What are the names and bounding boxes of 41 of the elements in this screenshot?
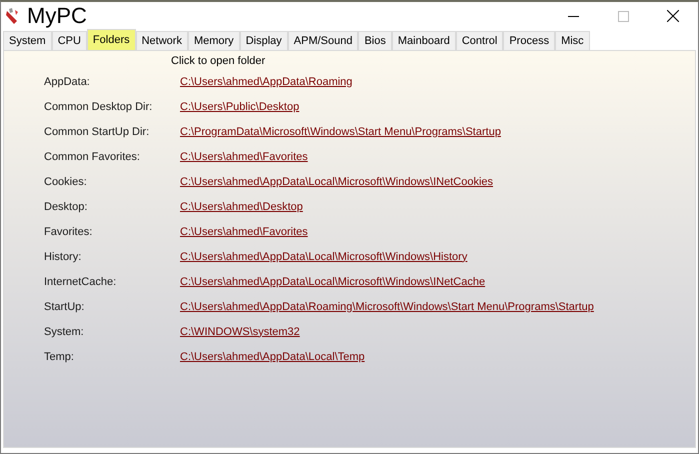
folder-label: StartUp: [44, 300, 84, 312]
folder-link[interactable]: C:\Users\ahmed\AppData\Local\Microsoft\Windows\History [180, 250, 468, 262]
folder-link[interactable]: C:\Users\ahmed\Favorites [180, 226, 308, 238]
app-icon [5, 7, 21, 25]
tab[interactable]: Bios [358, 31, 392, 50]
maximize-icon [618, 10, 628, 22]
folder-link[interactable]: C:\Users\ahmed\AppData\Roaming\Microsoft\Windows\Start Menu\Programs\Startup [180, 300, 594, 312]
tab[interactable]: Process [503, 31, 556, 50]
window-title: MyPC [27, 3, 87, 29]
tab[interactable]: Mainboard [392, 31, 456, 50]
folder-link[interactable]: C:\Users\ahmed\Desktop [180, 200, 303, 212]
close-icon [667, 10, 679, 22]
folder-label: InternetCache: [44, 276, 116, 288]
tab[interactable]: Memory [188, 31, 240, 50]
folder-label: History: [44, 250, 82, 262]
folder-link[interactable]: C:\WINDOWS\system32 [180, 326, 300, 338]
folder-label: Desktop: [44, 200, 88, 212]
folder-label: Common Favorites: [44, 150, 140, 162]
tab[interactable]: System [3, 31, 52, 50]
tab[interactable]: APM/Sound [288, 31, 358, 50]
folder-label: Cookies: [44, 176, 87, 188]
folder-link[interactable]: C:\Users\Public\Desktop [180, 100, 300, 112]
folder-link[interactable]: C:\Users\ahmed\AppData\Local\Microsoft\Windows\INetCache [180, 276, 486, 288]
tab[interactable]: Control [456, 31, 504, 50]
folder-label: AppData: [44, 76, 90, 88]
folder-link[interactable]: C:\Users\ahmed\AppData\Local\Temp [180, 350, 365, 362]
hint-text: Click to open folder [171, 55, 266, 69]
tab[interactable]: CPU [52, 31, 87, 50]
tab[interactable]: Folders [86, 29, 136, 50]
folder-label: Favorites: [44, 226, 92, 238]
folder-link[interactable]: C:\Users\ahmed\AppData\Local\Microsoft\Windows\INetCookies [180, 176, 494, 188]
folder-link[interactable]: C:\Users\ahmed\AppData\Roaming [180, 76, 352, 88]
tab[interactable]: Misc [555, 31, 590, 50]
folder-label: Common StartUp Dir: [44, 126, 150, 138]
folder-label: Common Desktop Dir: [44, 100, 152, 112]
folder-link[interactable]: C:\ProgramData\Microsoft\Windows\Start Menu\Programs\Startup [180, 126, 501, 138]
folder-link[interactable]: C:\Users\ahmed\Favorites [180, 150, 308, 162]
tab[interactable]: Display [240, 31, 288, 50]
folder-label: System: [44, 326, 84, 338]
tab[interactable]: Network [136, 31, 188, 50]
folder-label: Temp: [44, 350, 74, 362]
